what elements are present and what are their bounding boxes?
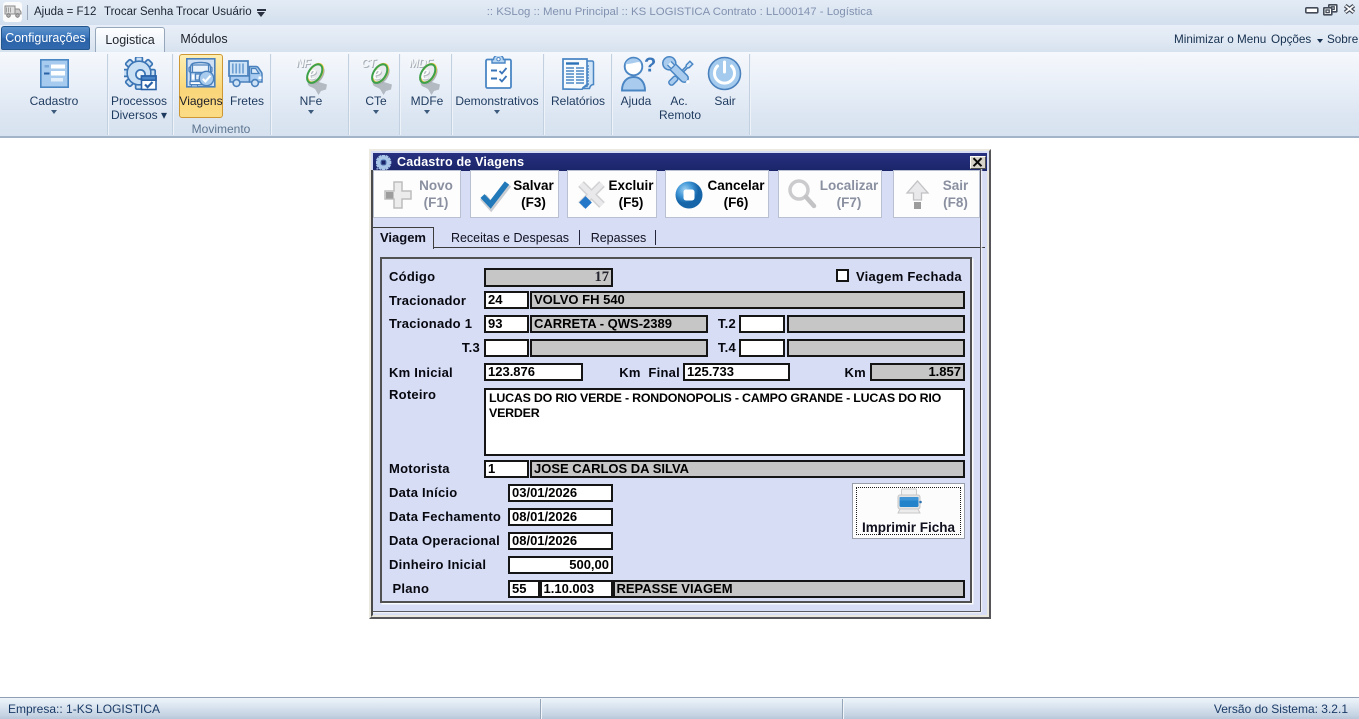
- svg-text:?: ?: [644, 56, 656, 77]
